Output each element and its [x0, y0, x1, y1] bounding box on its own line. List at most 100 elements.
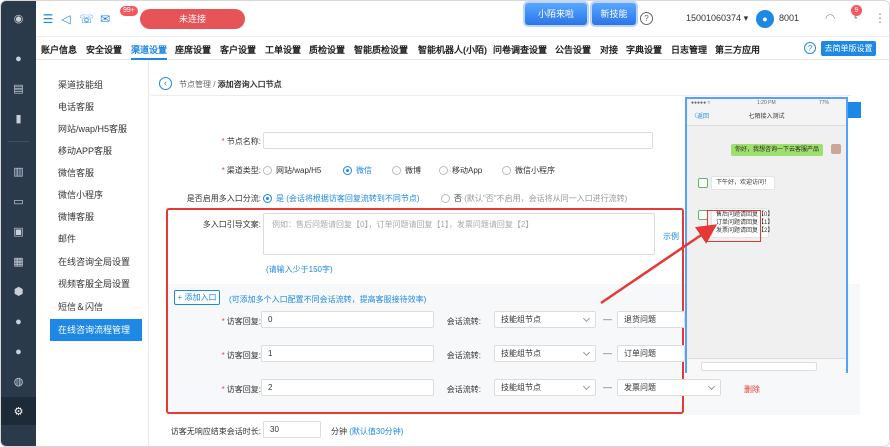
app-window: ◉ ● ▤ ▮ ▥ ▭ ▣ ▦ ⬢ ● ● ◍ ⚙ ☰ ◁ ☏ ✉ 99+ 未连… [0, 0, 890, 447]
breadcrumb-parent[interactable]: 节点管理 [179, 80, 211, 89]
menu-item-web[interactable]: 网站/wap/H5客服 [50, 118, 142, 140]
active-tab-indicator [131, 58, 167, 60]
tab-robot[interactable]: 智能机器人(小陌) [418, 43, 487, 56]
simple-settings-button[interactable]: 去简单版设置 [821, 41, 876, 56]
channel-radio-app[interactable]: 移动App [439, 165, 482, 176]
flow-target-select[interactable]: 订单问题 [617, 345, 685, 362]
dash-separator: — [603, 314, 612, 324]
avatar[interactable]: ● [756, 10, 774, 28]
tab-security[interactable]: 安全设置 [86, 43, 122, 56]
wifi-icon[interactable]: ◠ [825, 11, 835, 25]
multi-entry-label: 是否启用多入口分流: [186, 194, 261, 203]
node-name-input[interactable] [263, 132, 653, 149]
tab-qc-settings[interactable]: 质检设置 [309, 43, 345, 56]
reply-label: * 访客回复: [221, 385, 261, 394]
speaker-icon[interactable]: ◁ [59, 12, 73, 26]
tab-smart-qc[interactable]: 智能质检设置 [354, 43, 408, 56]
menu-item-app[interactable]: 移动APP客服 [50, 140, 142, 162]
tab-survey[interactable]: 问卷调查设置 [493, 43, 547, 56]
breadcrumb-current: 添加咨询入口节点 [217, 80, 282, 89]
reply-input[interactable]: 2 [261, 379, 434, 396]
monitor-icon[interactable]: ▭ [11, 194, 26, 209]
tab-customer-settings[interactable]: 客户设置 [220, 43, 256, 56]
guide-text-input[interactable]: 例如：售后问题请回复【0】，订单问题请回复【1】，发票问题请回复【2】 [263, 213, 655, 255]
bar-chart-icon[interactable]: ▥ [11, 164, 26, 179]
menu-item-phone[interactable]: 电话客服 [50, 96, 142, 118]
book-icon[interactable]: ▮ [11, 111, 26, 126]
connection-status-button[interactable]: 未连接 [140, 9, 245, 29]
flow-label: 会话流转: [446, 317, 481, 326]
radio-selected-icon [343, 166, 352, 175]
phone-input-bar [687, 358, 846, 373]
flow-type-select[interactable]: 技能组节点 [494, 311, 596, 328]
tab-ticket-settings[interactable]: 工单设置 [265, 43, 301, 56]
flow-type-select[interactable]: 技能组节点 [494, 379, 596, 396]
flow-type-select[interactable]: 技能组节点 [494, 345, 596, 362]
menu-item-mini-program[interactable]: 微信小程序 [50, 184, 142, 206]
help-icon[interactable]: ? [640, 12, 653, 25]
guide-text-label: 多入口引导文案: [202, 220, 261, 229]
flow-target-select[interactable]: 发票问题 [617, 379, 721, 396]
divider [151, 95, 851, 96]
channel-radio-mini-program[interactable]: 微信小程序 [502, 165, 555, 176]
bot-avatar [698, 178, 708, 188]
reply-label: * 访客回复: [221, 351, 261, 360]
menu-item-flow-management[interactable]: 在线咨询流程管理 [50, 319, 142, 341]
tab-channel-settings[interactable]: 渠道设置 [131, 43, 167, 56]
menu-item-weibo[interactable]: 微博客服 [50, 206, 142, 228]
compass-icon[interactable]: ◍ [11, 374, 26, 389]
flow-target-select[interactable]: 退货问题 [617, 311, 685, 328]
tab-account-info[interactable]: 账户信息 [41, 43, 77, 56]
radio-icon [439, 166, 448, 175]
back-icon[interactable]: ‹ [159, 77, 172, 90]
menu-item-skill-group[interactable]: 渠道技能组 [50, 74, 142, 96]
menu-item-sms[interactable]: 短信＆闪信 [50, 296, 142, 318]
timeout-input[interactable]: 30 [263, 421, 321, 438]
tab-third-party[interactable]: 第三方应用 [715, 43, 760, 56]
tab-notice[interactable]: 公告设置 [555, 43, 591, 56]
gear-icon[interactable]: ⚙ [1, 397, 36, 425]
phone-number[interactable]: 15001060374 ▾ [686, 13, 748, 24]
calendar-icon[interactable]: ▦ [11, 254, 26, 269]
menu-item-online-global[interactable]: 在线咨询全局设置 [50, 251, 142, 273]
phone-missed-icon[interactable]: ☏ [79, 12, 94, 26]
menu-item-video-global[interactable]: 视频客服全局设置 [50, 273, 142, 295]
user-icon[interactable]: ● [11, 51, 26, 66]
clipboard-icon[interactable]: ▤ [11, 81, 26, 96]
mail-icon[interactable]: ✉ [98, 12, 112, 26]
dash-separator: — [603, 382, 612, 392]
promo-tag-new-skill[interactable]: 新技能 [592, 3, 636, 25]
channel-radio-web[interactable]: 网站/wap/H5 [263, 165, 321, 176]
more-icon[interactable]: ⋮ [874, 11, 886, 25]
radio-icon [502, 166, 511, 175]
delete-row-link[interactable]: 删除 [744, 384, 760, 395]
channel-radio-wechat[interactable]: 微信 [343, 165, 372, 176]
menu-item-wechat[interactable]: 微信客服 [50, 162, 142, 184]
screen-icon[interactable]: ▣ [11, 224, 26, 239]
chat-icon[interactable]: ● [11, 344, 26, 359]
example-link[interactable]: 示例 [663, 231, 679, 242]
promo-tag-xiaomo[interactable]: 小陌来啦 [525, 3, 587, 25]
menu-grid-icon[interactable]: ☰ [41, 12, 55, 26]
timeout-unit: 分钟 (默认值30分钟) [331, 427, 404, 436]
add-entry-button[interactable]: + 添加入口 [174, 290, 220, 305]
multi-entry-no[interactable]: 否 (默认"否"不启用，会话将从同一入口进行流转) [441, 193, 627, 204]
reply-input[interactable]: 0 [261, 311, 434, 328]
menu-item-email[interactable]: 邮件 [50, 228, 142, 250]
icon-sidebar: ◉ ● ▤ ▮ ▥ ▭ ▣ ▦ ⬢ ● ● ◍ ⚙ [1, 1, 36, 446]
add-entry-hint: (可添加多个入口配置不同会话流转，提高客服接待效率) [229, 295, 427, 304]
phone-header: 〈返回 七陌接入测试 [687, 108, 846, 126]
reply-input[interactable]: 1 [261, 345, 434, 362]
shield-icon[interactable]: ⬢ [11, 284, 26, 299]
tab-integration[interactable]: 对接 [600, 43, 618, 56]
chevron-down-icon: ▾ [743, 13, 749, 23]
multi-entry-yes[interactable]: 是 (会话将根据访客回复流转到不同节点) [263, 193, 420, 204]
tab-log[interactable]: 日志管理 [671, 43, 707, 56]
tab-seat-settings[interactable]: 座席设置 [175, 43, 211, 56]
chevron-down-icon [582, 314, 591, 323]
settings-wheel-icon[interactable]: ● [11, 314, 26, 329]
channel-radio-weibo[interactable]: 微博 [392, 165, 421, 176]
phone-number-text: 15001060374 [686, 13, 742, 23]
tab-dictionary[interactable]: 字典设置 [626, 43, 662, 56]
help-icon[interactable]: ? [804, 42, 816, 54]
